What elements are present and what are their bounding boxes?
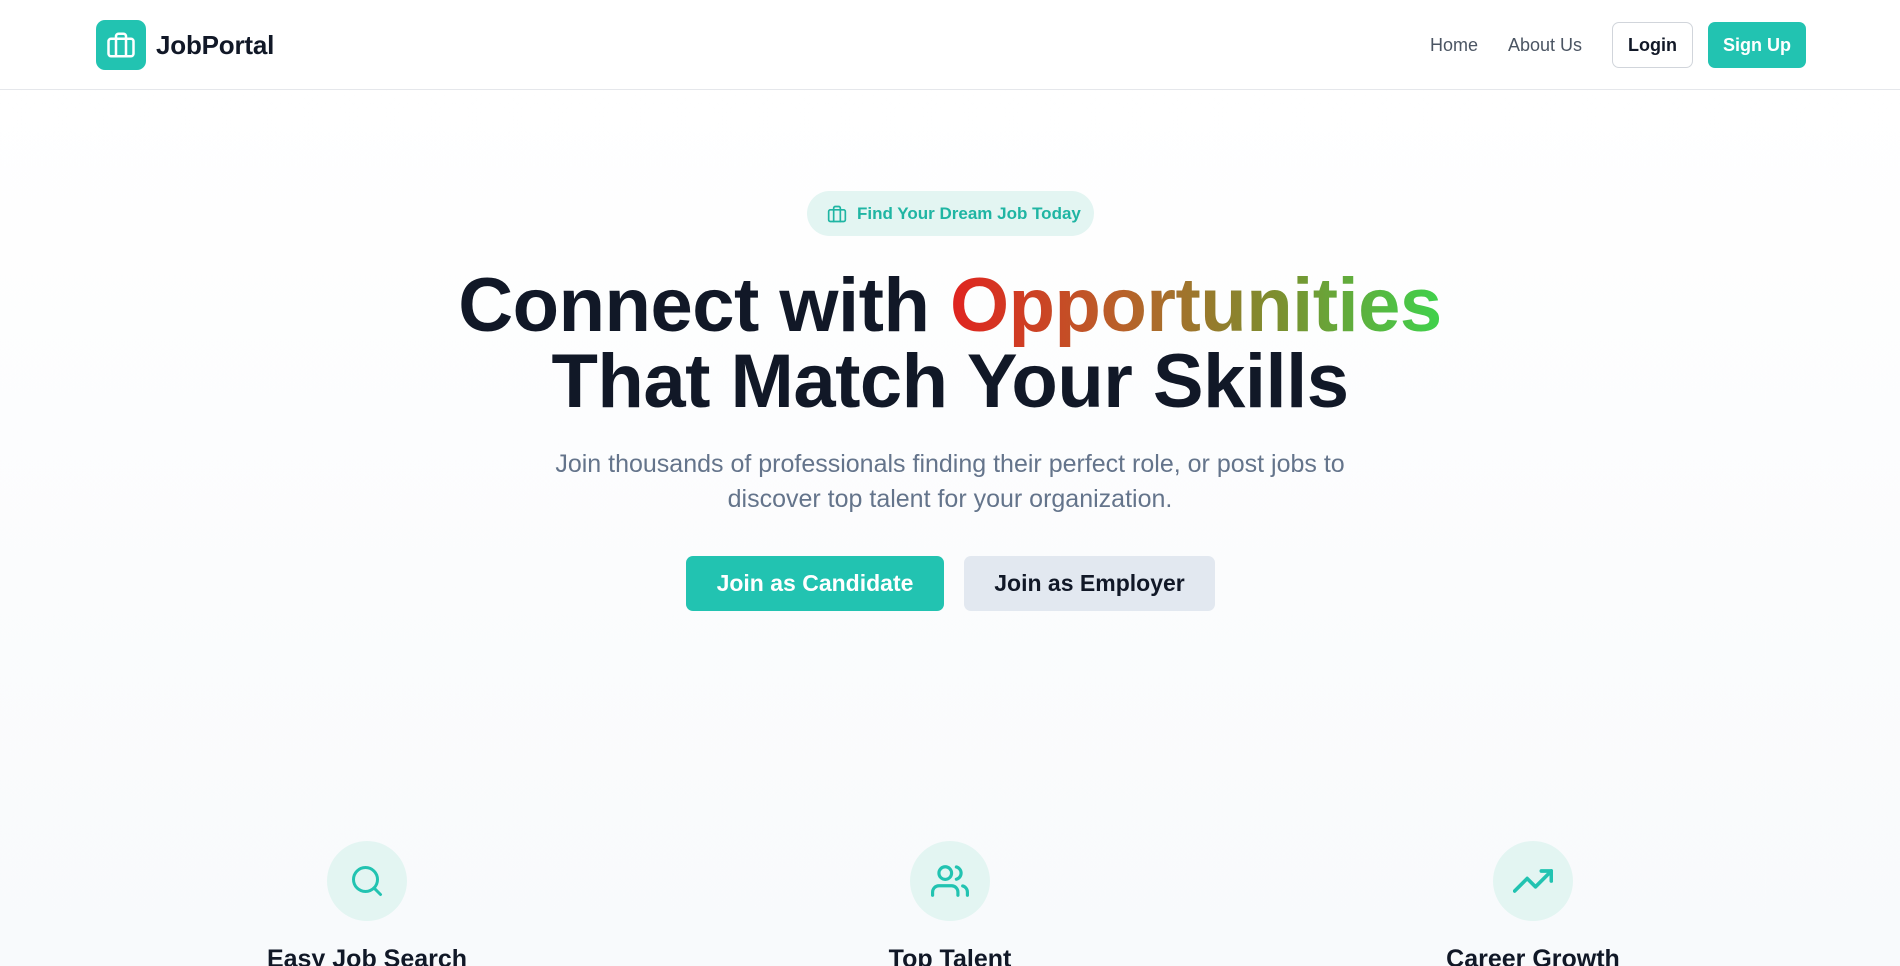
nav-home-link[interactable]: Home <box>1430 35 1478 56</box>
nav-about-link[interactable]: About Us <box>1508 35 1582 56</box>
hero-badge: Find Your Dream Job Today <box>807 191 1094 236</box>
search-icon <box>327 841 407 921</box>
signup-button[interactable]: Sign Up <box>1708 22 1806 68</box>
hero-title-line-1: Connect with Opportunities <box>0 268 1900 344</box>
login-button[interactable]: Login <box>1612 22 1693 68</box>
join-as-candidate-button[interactable]: Join as Candidate <box>686 556 944 611</box>
briefcase-icon <box>827 204 847 224</box>
users-icon <box>910 841 990 921</box>
feature-title: Easy Job Search <box>266 945 468 966</box>
top-navbar: JobPortal Home About Us Login Sign Up <box>0 0 1900 90</box>
hero-title-highlight: Opportunities <box>950 263 1442 348</box>
hero-title-prefix: Connect with <box>458 263 950 348</box>
feature-career-growth: Career Growth <box>1333 841 1733 966</box>
hero-title-line-2: That Match Your Skills <box>551 339 1349 424</box>
feature-title: Career Growth <box>1446 945 1620 966</box>
feature-easy-job-search: Easy Job Search <box>167 841 567 966</box>
brand[interactable]: JobPortal <box>96 20 274 70</box>
feature-top-talent: Top Talent <box>750 841 1150 966</box>
trending-up-icon <box>1493 841 1573 921</box>
cta-row: Join as Candidate Join as Employer <box>686 556 1215 611</box>
join-as-employer-button[interactable]: Join as Employer <box>964 556 1215 611</box>
hero-subtitle: Join thousands of professionals finding … <box>555 450 1345 513</box>
hero-badge-label: Find Your Dream Job Today <box>857 203 1081 223</box>
feature-title: Top Talent <box>888 945 1012 966</box>
brand-name: JobPortal <box>156 29 275 60</box>
briefcase-icon <box>96 20 146 70</box>
hero-title: Connect with Opportunities That Match Yo… <box>0 268 1900 420</box>
main-nav: Home About Us Login Sign Up <box>1430 22 1806 68</box>
